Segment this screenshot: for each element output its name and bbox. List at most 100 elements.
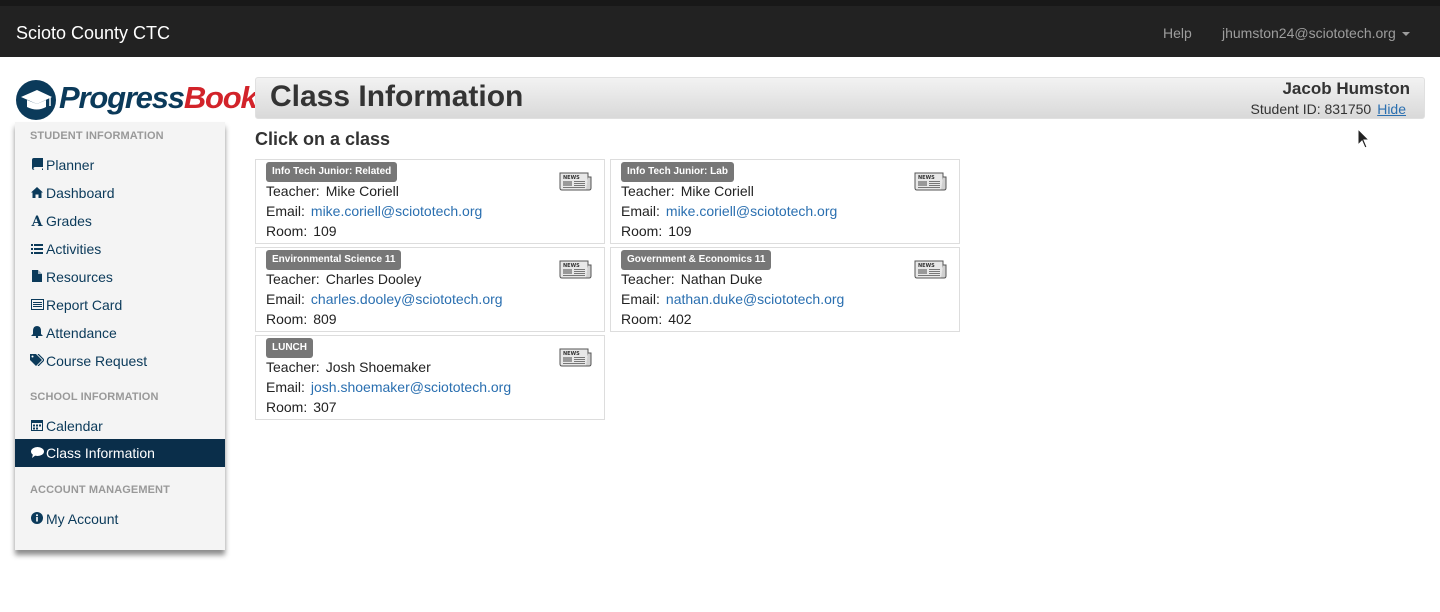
sidebar-item-label: Course Request	[46, 353, 148, 369]
teacher-email-link[interactable]: nathan.duke@sciototech.org	[666, 291, 844, 307]
logo-wordmark: ProgressBook	[59, 80, 258, 115]
teacher-name: Charles Dooley	[325, 271, 422, 287]
comment-icon	[30, 440, 44, 468]
class-card[interactable]: Environmental Science 11 NEWS Teacher: Ch…	[255, 247, 605, 332]
sidebar-item-label: Class Information	[46, 445, 155, 461]
class-name-badge: Government & Economics 11	[621, 250, 772, 270]
svg-text:NEWS: NEWS	[918, 263, 935, 269]
email-row: Email: mike.coriell@sciototech.org	[621, 203, 837, 219]
bell-icon	[30, 320, 44, 348]
room-label: Room:	[266, 399, 308, 415]
book-icon	[30, 152, 44, 180]
student-id-value: 831750	[1324, 101, 1372, 117]
email-row: Email: charles.dooley@sciototech.org	[266, 291, 503, 307]
svg-text:NEWS: NEWS	[563, 175, 580, 181]
room-row: Room: 109	[621, 223, 692, 239]
newspaper-icon[interactable]: NEWS	[558, 169, 592, 191]
teacher-email-link[interactable]: josh.shoemaker@sciototech.org	[311, 379, 511, 395]
list-alt-icon	[30, 292, 44, 320]
user-email: jhumston24@sciototech.org	[1222, 25, 1396, 41]
room-number: 402	[668, 311, 692, 327]
teacher-email-link[interactable]: charles.dooley@sciototech.org	[311, 291, 503, 307]
sidebar-item-label: Resources	[46, 269, 113, 285]
student-information-heading: STUDENT INFORMATION	[30, 130, 164, 142]
class-card[interactable]: LUNCH NEWS Teacher: Josh Shoemaker Email:…	[255, 335, 605, 420]
teacher-name: Mike Coriell	[325, 183, 399, 199]
teacher-row: Teacher: Mike Coriell	[621, 183, 754, 199]
page-header: Class Information Jacob Humston Student …	[255, 77, 1425, 119]
sidebar-item-attendance[interactable]: Attendance	[15, 319, 225, 347]
sidebar-item-grades[interactable]: A Grades	[15, 207, 225, 235]
newspaper-icon[interactable]: NEWS	[913, 257, 947, 279]
user-menu[interactable]: jhumston24@sciototech.org	[1222, 25, 1410, 41]
sidebar-item-resources[interactable]: Resources	[15, 263, 225, 291]
teacher-label: Teacher:	[266, 183, 320, 199]
sidebar-item-dashboard[interactable]: Dashboard	[15, 179, 225, 207]
caret-down-icon	[1401, 32, 1410, 37]
sidebar-item-activities[interactable]: Activities	[15, 235, 225, 263]
email-label: Email:	[266, 379, 305, 395]
teacher-row: Teacher: Josh Shoemaker	[266, 359, 431, 375]
email-label: Email:	[621, 203, 660, 219]
class-card[interactable]: Info Tech Junior: Related NEWS Teacher: M…	[255, 159, 605, 244]
teacher-row: Teacher: Charles Dooley	[266, 271, 421, 287]
home-icon	[30, 180, 44, 208]
class-card[interactable]: Government & Economics 11 NEWS Teacher: N…	[610, 247, 960, 332]
email-label: Email:	[621, 291, 660, 307]
teacher-label: Teacher:	[266, 271, 320, 287]
room-number: 109	[668, 223, 692, 239]
newspaper-icon[interactable]: NEWS	[913, 169, 947, 191]
section-heading: Click on a class	[255, 129, 391, 149]
file-icon	[30, 264, 44, 292]
sidebar-item-label: Grades	[46, 213, 92, 229]
teacher-email-link[interactable]: mike.coriell@sciototech.org	[311, 203, 482, 219]
teacher-label: Teacher:	[266, 359, 320, 375]
brand-link[interactable]: Scioto County CTC	[16, 23, 170, 44]
teacher-email-link[interactable]: mike.coriell@sciototech.org	[666, 203, 837, 219]
svg-text:NEWS: NEWS	[918, 175, 935, 181]
room-row: Room: 809	[266, 311, 337, 327]
sidebar-item-label: My Account	[46, 511, 119, 527]
sidebar-item-report-card[interactable]: Report Card	[15, 291, 225, 319]
sidebar-item-planner[interactable]: Planner	[15, 151, 225, 179]
class-card[interactable]: Info Tech Junior: Lab NEWS Teacher: Mike …	[610, 159, 960, 244]
class-name-badge: Info Tech Junior: Related	[266, 162, 398, 182]
sidebar-item-my-account[interactable]: My Account	[15, 505, 225, 533]
room-number: 307	[313, 399, 337, 415]
teacher-name: Josh Shoemaker	[325, 359, 431, 375]
help-link[interactable]: Help	[1163, 25, 1192, 41]
hide-link[interactable]: Hide	[1377, 101, 1406, 117]
email-label: Email:	[266, 291, 305, 307]
sidebar-item-label: Activities	[46, 241, 102, 257]
teacher-row: Teacher: Mike Coriell	[266, 183, 399, 199]
room-label: Room:	[266, 223, 308, 239]
sidebar-item-label: Dashboard	[46, 185, 115, 201]
class-name-badge: Environmental Science 11	[266, 250, 402, 270]
email-label: Email:	[266, 203, 305, 219]
email-row: Email: josh.shoemaker@sciototech.org	[266, 379, 511, 395]
room-label: Room:	[621, 311, 663, 327]
sidebar-item-class-information[interactable]: Class Information	[15, 439, 225, 467]
room-row: Room: 109	[266, 223, 337, 239]
font-icon: A	[31, 214, 43, 230]
progressbook-logo[interactable]: ProgressBook	[15, 78, 258, 122]
student-name: Jacob Humston	[1282, 79, 1410, 98]
sidebar-item-label: Attendance	[46, 325, 117, 341]
teacher-name: Mike Coriell	[680, 183, 754, 199]
newspaper-icon[interactable]: NEWS	[558, 345, 592, 367]
page-title: Class Information	[270, 80, 524, 113]
student-id-line: Student ID: 831750 Hide	[1251, 101, 1406, 117]
mouse-cursor-icon	[1357, 128, 1371, 149]
room-label: Room:	[266, 311, 308, 327]
account-management-heading: ACCOUNT MANAGEMENT	[30, 484, 170, 496]
sidebar-item-course-request[interactable]: Course Request	[15, 347, 225, 375]
school-information-heading: SCHOOL INFORMATION	[30, 391, 159, 403]
top-navbar: Scioto County CTC Help jhumston24@scioto…	[0, 0, 1440, 57]
class-name-badge: Info Tech Junior: Lab	[621, 162, 734, 182]
sidebar-item-calendar[interactable]: Calendar	[15, 412, 225, 440]
teacher-label: Teacher:	[621, 271, 675, 287]
calendar-icon	[30, 413, 44, 441]
room-row: Room: 402	[621, 311, 692, 327]
room-number: 809	[313, 311, 337, 327]
newspaper-icon[interactable]: NEWS	[558, 257, 592, 279]
